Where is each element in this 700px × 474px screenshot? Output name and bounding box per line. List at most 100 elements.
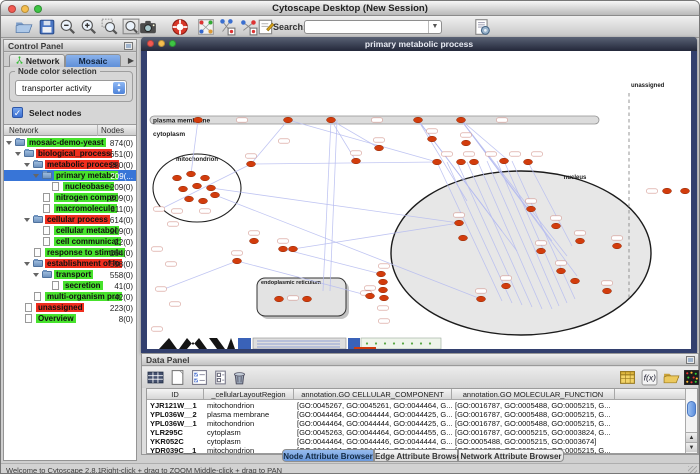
scrollbar-thumb[interactable] — [687, 401, 696, 417]
tree-row[interactable]: Overview8(0) — [4, 313, 136, 324]
network-node[interactable] — [247, 161, 256, 167]
table-scrollbar[interactable]: ▲ ▼ — [685, 389, 697, 453]
tree-row[interactable]: metabolic process280(0) — [4, 159, 136, 170]
network-node[interactable] — [327, 117, 336, 123]
network-node[interactable] — [233, 258, 242, 264]
table-row[interactable]: YLR295Ccytoplasm[GO:0045263, GO:0044464,… — [147, 428, 673, 437]
column-header-molecular-function[interactable]: annotation.GO MOLECULAR_FUNCTION — [452, 389, 615, 400]
table-cell[interactable]: [GO:0016787, GO:0005215, GO:0003824, G..… — [452, 428, 615, 437]
table-cell[interactable]: YPL036W__2 — [147, 410, 204, 419]
network-node[interactable] — [366, 293, 375, 299]
network-node[interactable] — [185, 196, 194, 202]
snapshot-icon[interactable] — [139, 18, 157, 36]
table-cell[interactable]: YDR039C__1 — [147, 446, 204, 455]
tree-row[interactable]: nucleobase-209(0) — [4, 181, 136, 192]
resize-grip[interactable] — [688, 466, 697, 474]
table-cell[interactable]: [GO:0045263, GO:0044464, GO:0044455, G..… — [294, 428, 452, 437]
tree-row[interactable]: primary metabo209(... — [4, 170, 136, 181]
node-color-attribute-select[interactable]: transporter activity ▲▼ — [15, 80, 127, 96]
table-cell[interactable]: [GO:0016787, GO:0005488, GO:0005215, G..… — [452, 401, 615, 410]
tab-node-attribute-browser[interactable]: Node Attribute Browser — [282, 449, 374, 462]
network-node[interactable] — [462, 140, 471, 146]
network-node[interactable] — [470, 159, 479, 165]
tab-mosaic[interactable]: Mosaic — [65, 54, 121, 67]
network-node[interactable] — [613, 243, 622, 249]
delete-attribute-icon[interactable] — [231, 369, 248, 386]
layout-grid-icon[interactable] — [197, 18, 215, 36]
tree-row[interactable]: cellular process614(0) — [4, 214, 136, 225]
network-node[interactable] — [414, 117, 423, 123]
table-row[interactable]: YKR052Ccytoplasm[GO:0044464, GO:0044446,… — [147, 437, 673, 446]
network-node[interactable] — [428, 136, 437, 142]
import-attributes-icon[interactable] — [619, 369, 636, 386]
table-cell[interactable]: [GO:0045267, GO:0045261, GO:0044464, G..… — [294, 401, 452, 410]
column-header-id[interactable]: ID — [147, 389, 204, 400]
network-node[interactable] — [303, 296, 312, 302]
tree-row[interactable]: multi-organism pro42(0) — [4, 291, 136, 302]
network-node[interactable] — [207, 185, 216, 191]
column-header-region[interactable]: _cellularLayoutRegion — [204, 389, 294, 400]
network-node[interactable] — [681, 188, 690, 194]
tree-row[interactable]: mosaic-demo-yeast874(0) — [4, 137, 136, 148]
table-cell[interactable]: [GO:0044464, GO:0044444, GO:0044425, G..… — [294, 410, 452, 419]
disclosure-triangle-icon[interactable] — [33, 273, 39, 277]
tree-row[interactable]: cellular metabol209(0) — [4, 225, 136, 236]
zoom-in-icon[interactable] — [80, 18, 98, 36]
tree-row[interactable]: establishment of lo558(0) — [4, 258, 136, 269]
tab-network-attribute-browser[interactable]: Network Attribute Browser — [458, 449, 564, 462]
attribute-matrix-icon[interactable] — [683, 369, 700, 386]
table-cell[interactable]: mitochondrion — [204, 446, 294, 455]
layout-network-icon-2[interactable] — [240, 18, 258, 36]
select-all-rows-icon[interactable] — [147, 369, 164, 386]
table-cell[interactable]: cytoplasm — [204, 437, 294, 446]
network-node[interactable] — [552, 223, 561, 229]
network-node[interactable] — [289, 246, 298, 252]
tree-row[interactable]: nitrogen compo209(0) — [4, 192, 136, 203]
table-cell[interactable]: [GO:0016787, GO:0005488, GO:0005215, G..… — [452, 410, 615, 419]
tree-row[interactable]: unassigned223(0) — [4, 302, 136, 313]
network-node[interactable] — [275, 296, 284, 302]
disclosure-triangle-icon[interactable] — [24, 163, 30, 167]
annotation-icon[interactable] — [257, 18, 275, 36]
tree-row[interactable]: secretion41(0) — [4, 280, 136, 291]
network-node[interactable] — [477, 296, 486, 302]
network-node[interactable] — [576, 238, 585, 244]
network-node[interactable] — [179, 186, 188, 192]
select-attributes-icon[interactable] — [191, 369, 208, 386]
network-node[interactable] — [455, 220, 464, 226]
disclosure-triangle-icon[interactable] — [15, 152, 21, 156]
network-column-header[interactable]: Network — [9, 126, 38, 135]
disclosure-triangle-icon[interactable] — [6, 141, 12, 145]
open-icon[interactable] — [15, 18, 33, 36]
network-node[interactable] — [537, 248, 546, 254]
network-node[interactable] — [279, 246, 288, 252]
save-icon[interactable] — [38, 18, 56, 36]
float-panel-icon[interactable] — [124, 42, 133, 50]
tree-row[interactable]: biological_process651(0) — [4, 148, 136, 159]
network-node[interactable] — [352, 158, 361, 164]
unselect-attributes-icon[interactable] — [212, 369, 229, 386]
network-node[interactable] — [457, 117, 466, 123]
network-node[interactable] — [433, 159, 442, 165]
table-cell[interactable]: cytoplasm — [204, 428, 294, 437]
network-node[interactable] — [377, 271, 386, 277]
scroll-down-icon[interactable]: ▼ — [686, 442, 697, 452]
layout-network-icon-1[interactable] — [218, 18, 236, 36]
chevron-down-icon[interactable]: ▼ — [428, 21, 441, 33]
network-node[interactable] — [173, 175, 182, 181]
open-attribute-file-icon[interactable] — [663, 369, 680, 386]
table-cell[interactable]: YKR052C — [147, 437, 204, 446]
table-cell[interactable]: mitochondrion — [204, 419, 294, 428]
network-node[interactable] — [211, 192, 220, 198]
network-node[interactable] — [187, 171, 196, 177]
network-node[interactable] — [524, 159, 533, 165]
disclosure-triangle-icon[interactable] — [24, 262, 30, 266]
network-canvas[interactable]: plasma membranecytoplasmmitochondrionnuc… — [147, 51, 691, 349]
tab-overflow-arrow-icon[interactable]: ▶ — [128, 56, 134, 65]
network-node[interactable] — [194, 117, 203, 123]
network-node[interactable] — [379, 279, 388, 285]
network-node[interactable] — [199, 198, 208, 204]
scroll-up-icon[interactable]: ▲ — [686, 432, 697, 442]
zoom-out-icon[interactable] — [59, 18, 77, 36]
disclosure-triangle-icon[interactable] — [24, 218, 30, 222]
